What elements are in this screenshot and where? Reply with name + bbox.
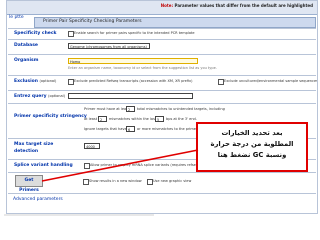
stringency-line3-pre: Ignore targets that have	[84, 127, 127, 131]
entrez-input[interactable]	[68, 93, 193, 99]
annotation-callout: بعد تحديد الخيارات المطلوبة من درجة حرار…	[196, 122, 308, 172]
entrez-row: Entrez query (optional)	[8, 90, 316, 103]
note-prefix: Note:	[160, 3, 174, 8]
advanced-parameters-link[interactable]: Advanced parameters	[13, 197, 63, 202]
annotation-line-2: المطلوبة من درجة حرارة	[210, 140, 294, 148]
exclusion-label: Exclusion (optional)	[14, 79, 56, 84]
entrez-optional: (optional)	[48, 94, 66, 98]
last-bps-select[interactable]: 5	[155, 116, 164, 122]
entrez-label: Entrez query (optional)	[14, 94, 65, 99]
panel-title: Primer Pair Specificity Checking Paramet…	[43, 19, 142, 24]
specificity-label: Specificity check	[14, 31, 57, 36]
stringency-line2-pre: at least	[84, 117, 98, 121]
specificity-text: Enable search for primer pairs specific …	[74, 31, 195, 35]
stringency-label: Primer specificity stringency	[14, 114, 87, 119]
footer-faint-text	[4, 214, 154, 216]
stringency-line1-post: total mismatches to unintended targets, …	[137, 107, 225, 111]
organism-label: Organism	[14, 58, 39, 63]
specificity-row: Specificity check Enable search for prim…	[8, 28, 316, 39]
annotation-line-3: ونسبة GC نضغط هنا	[217, 151, 287, 159]
panel-header[interactable]: Primer Pair Specificity Checking Paramet…	[34, 17, 316, 28]
get-primers-button[interactable]: Get Primers	[15, 175, 43, 193]
max-target-input[interactable]: 4000	[84, 143, 100, 149]
max-target-label-2: detection	[14, 149, 39, 154]
database-select[interactable]: Genome (chromosomes from all organisms)	[68, 43, 150, 49]
organism-row: Organism Homo Enter an organism name, ta…	[8, 54, 316, 75]
ignore-mismatches-select[interactable]: 6	[126, 126, 135, 132]
graphic-view-label: Use new graphic view	[153, 179, 192, 183]
stringency-line1-pre: Primer must have at least	[84, 107, 130, 111]
organism-hint: Enter an organism name, taxonomy id or s…	[68, 66, 217, 70]
total-mismatches-select[interactable]: 2	[126, 106, 135, 112]
exclusion-row: Exclusion (optional) Exclude predicted R…	[8, 75, 318, 90]
exclusion-optional: (optional)	[39, 79, 57, 83]
stringency-line2-post2: bps at the 3' end.	[166, 117, 197, 121]
database-row: Database Genome (chromosomes from all or…	[8, 39, 316, 54]
new-window-label: Show results in a new window	[89, 179, 142, 183]
exclusion-label-text: Exclusion	[14, 79, 38, 84]
max-target-label: Max target size	[14, 142, 54, 147]
exclusion-option-1: Exclude predicted Refseq transcripts (ac…	[74, 79, 193, 83]
highlight-note: Note: Parameter values that differ from …	[161, 3, 313, 8]
annotation-line-1: بعد تحديد الخيارات	[221, 129, 283, 137]
stringency-line3-post: or more mismatches to the primer.	[137, 127, 199, 131]
note-text: Parameter values that differ from the de…	[174, 3, 313, 8]
exclusion-option-2: Exclude uncultured/environmental sample …	[224, 79, 318, 83]
splice-label: Splice variant handling	[14, 163, 73, 168]
section-label: le ptte	[9, 15, 24, 20]
database-label: Database	[14, 43, 38, 48]
organism-input[interactable]: Homo	[68, 58, 198, 64]
entrez-label-text: Entrez query	[14, 94, 47, 99]
advanced-divider	[8, 193, 316, 195]
primer-blast-form: Note: Parameter values that differ from …	[6, 0, 318, 214]
mismatches-select[interactable]: 2	[98, 116, 107, 122]
stringency-line2-post: mismatches within the last	[109, 117, 157, 121]
top-bar: Note: Parameter values that differ from …	[7, 1, 317, 15]
